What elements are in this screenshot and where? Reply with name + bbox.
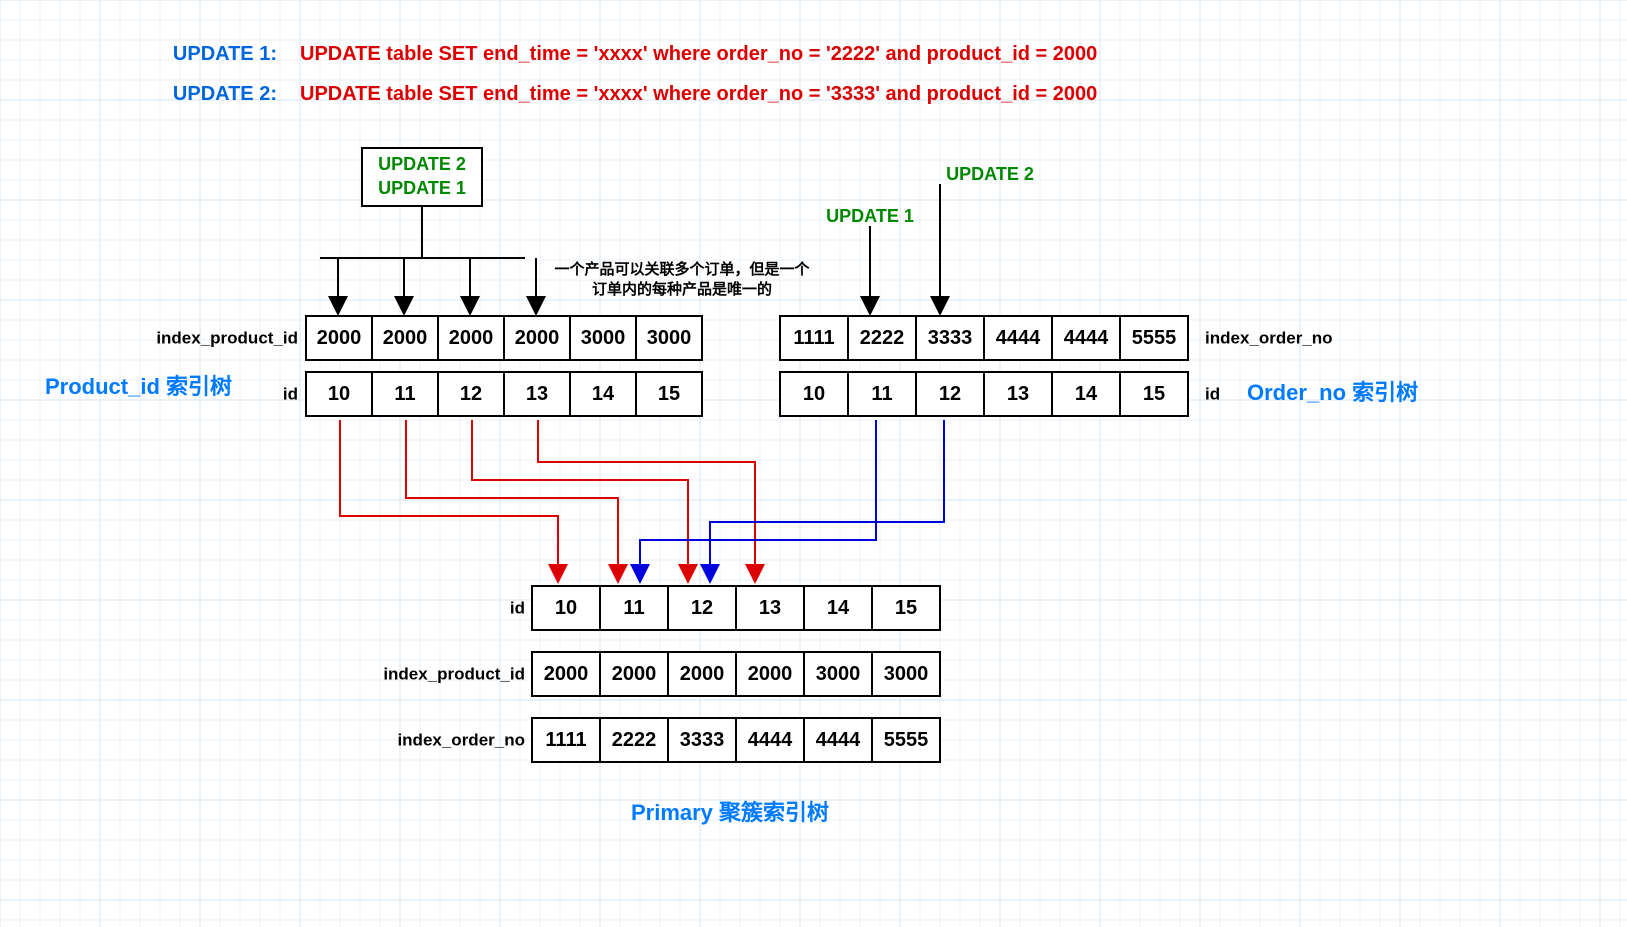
- prim-r3-text-2: 3333: [680, 729, 725, 751]
- prim-r3-text-0: 1111: [545, 729, 586, 751]
- note-line2: 订单内的每种产品是唯一的: [592, 280, 772, 298]
- update2-sql: UPDATE table SET end_time = 'xxxx' where…: [300, 83, 1097, 105]
- prim-r2-text-5: 3000: [884, 663, 929, 685]
- primary-row3-label: index_order_no: [397, 731, 525, 750]
- left-index-table: 2000 2000 2000 2000 3000 3000 10 11 12 13 14 15: [306, 316, 702, 416]
- prim-r1-text-5: 15: [895, 597, 917, 619]
- prim-r2-text-3: 2000: [748, 663, 793, 685]
- right-r2-text-5: 15: [1143, 383, 1165, 405]
- left-r1-text-4: 3000: [581, 327, 626, 349]
- right-r2-text-0: 10: [803, 383, 825, 405]
- prim-r3-text-5: 5555: [884, 729, 929, 751]
- right-tree-title: Order_no 索引树: [1247, 380, 1418, 405]
- left-r1-text-1: 2000: [383, 327, 428, 349]
- right-r2-text-2: 12: [939, 383, 961, 405]
- primary-row2-label: index_product_id: [383, 665, 525, 684]
- update2-label: UPDATE 2:: [173, 83, 277, 105]
- right-r1-text-5: 5555: [1132, 327, 1177, 349]
- left-r1-text-3: 2000: [515, 327, 560, 349]
- right-r2-text-1: 11: [871, 383, 892, 405]
- left-r1-text-0: 2000: [317, 327, 362, 349]
- prim-r3-text-3: 4444: [748, 729, 793, 751]
- prim-r1-text-0: 10: [555, 597, 577, 619]
- left-row1-label: index_product_id: [156, 329, 298, 348]
- left-row2-label: id: [283, 385, 298, 404]
- prim-r2-text-0: 2000: [544, 663, 589, 685]
- left-r2-text-1: 11: [394, 383, 415, 405]
- prim-r1-text-3: 13: [759, 597, 781, 619]
- left-r2-text-2: 12: [460, 383, 482, 405]
- grid-background: [0, 0, 1627, 927]
- right-update1-label: UPDATE 1: [826, 206, 914, 226]
- update1-label: UPDATE 1:: [173, 43, 277, 65]
- right-row1-label: index_order_no: [1205, 329, 1333, 348]
- right-r1-text-2: 3333: [928, 327, 973, 349]
- right-index-table: 1111 2222 3333 4444 4444 5555 10 11 12 13 14 15: [780, 316, 1188, 416]
- left-update-box-line2: UPDATE 1: [378, 178, 466, 198]
- right-r1-text-0: 1111: [793, 327, 834, 349]
- primary-tree-title: Primary 聚簇索引树: [631, 800, 829, 825]
- update1-sql: UPDATE table SET end_time = 'xxxx' where…: [300, 43, 1097, 65]
- left-r2-text-5: 15: [658, 383, 680, 405]
- right-row2-label: id: [1205, 385, 1220, 404]
- right-r1-text-4: 4444: [1064, 327, 1109, 349]
- right-r1-text-1: 2222: [860, 327, 905, 349]
- right-r2-text-3: 13: [1007, 383, 1029, 405]
- prim-r3-text-1: 2222: [612, 729, 657, 751]
- left-r1-text-2: 2000: [449, 327, 494, 349]
- prim-r1-text-4: 14: [827, 597, 850, 619]
- prim-r2-text-4: 3000: [816, 663, 861, 685]
- primary-table: 10 11 12 13 14 15 2000 2000 2000 2000 3000 3000 1111…: [532, 586, 940, 762]
- left-r2-text-4: 14: [592, 383, 615, 405]
- prim-r3-text-4: 4444: [816, 729, 861, 751]
- prim-r1-text-1: 11: [623, 597, 644, 619]
- right-update2-label: UPDATE 2: [946, 164, 1034, 184]
- prim-r2-text-2: 2000: [680, 663, 725, 685]
- note-line1: 一个产品可以关联多个订单，但是一个: [554, 260, 810, 278]
- right-r1-text-3: 4444: [996, 327, 1041, 349]
- left-r1-text-5: 3000: [647, 327, 692, 349]
- left-tree-title: Product_id 索引树: [45, 374, 232, 399]
- right-r2-text-4: 14: [1075, 383, 1098, 405]
- left-r2-text-0: 10: [328, 383, 350, 405]
- primary-row1-label: id: [510, 599, 525, 618]
- left-update-box-line1: UPDATE 2: [378, 154, 466, 174]
- prim-r1-text-2: 12: [691, 597, 713, 619]
- prim-r2-text-1: 2000: [612, 663, 657, 685]
- left-r2-text-3: 13: [526, 383, 548, 405]
